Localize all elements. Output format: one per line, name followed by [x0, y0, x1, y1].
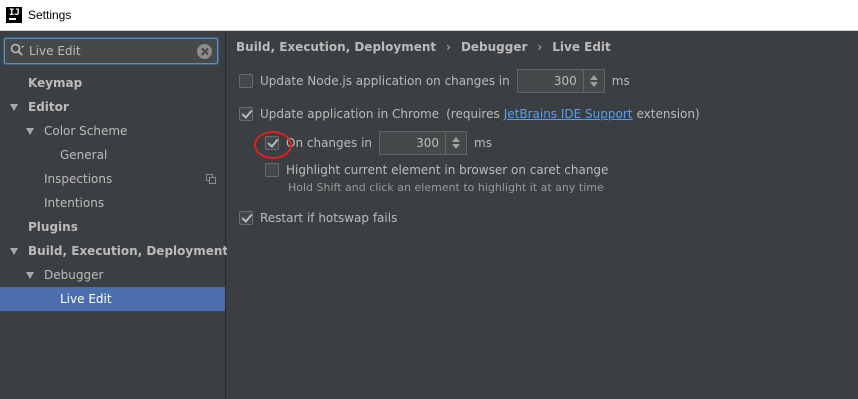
search-input[interactable]: [29, 43, 189, 59]
on-changes-spinner[interactable]: 300: [379, 131, 468, 155]
window-title: Settings: [28, 8, 72, 22]
highlight-checkbox[interactable]: [265, 163, 279, 177]
breadcrumb-separator: ›: [537, 40, 543, 54]
chrome-requires-suffix: extension): [636, 107, 700, 121]
search-field[interactable]: [4, 38, 218, 64]
spinner-down-icon[interactable]: [589, 82, 598, 87]
restart-row: Restart if hotswap fails: [239, 209, 397, 227]
node-update-row: Update Node.js application on changes in…: [239, 69, 630, 93]
search-icon[interactable]: [10, 43, 24, 57]
sidebar-item-live-edit[interactable]: Live Edit: [0, 287, 225, 311]
on-changes-label: On changes in: [286, 136, 373, 150]
project-settings-icon: [206, 174, 216, 184]
expand-arrow-icon[interactable]: [10, 104, 18, 111]
highlight-row: Highlight current element in browser on …: [265, 161, 608, 179]
breadcrumb-separator: ›: [446, 40, 451, 54]
sidebar-item-label: General: [60, 148, 108, 162]
highlight-label: Highlight current element in browser on …: [286, 163, 609, 177]
spinner-up-icon[interactable]: [589, 75, 598, 80]
chrome-update-checkbox[interactable]: [239, 107, 253, 121]
spinner-buttons[interactable]: [582, 70, 604, 92]
intellij-app-icon: IJ: [6, 7, 22, 23]
sidebar-item-inspections[interactable]: Inspections: [0, 167, 225, 191]
node-update-unit: ms: [611, 74, 630, 88]
sidebar-item-label: Editor: [28, 100, 69, 114]
spinner-down-icon[interactable]: [452, 144, 461, 149]
chrome-update-label: Update application in Chrome: [260, 107, 440, 121]
clear-search-icon[interactable]: [197, 44, 212, 59]
sidebar-item-general[interactable]: General: [0, 143, 225, 167]
breadcrumb-item: Live Edit: [552, 40, 611, 54]
sidebar-item-label: Keymap: [28, 76, 83, 90]
restart-checkbox[interactable]: [239, 211, 253, 225]
sidebar-item-color-scheme[interactable]: Color Scheme: [0, 119, 225, 143]
settings-content: Build, Execution, Deployment › Debugger …: [227, 31, 858, 399]
node-update-label: Update Node.js application on changes in: [260, 74, 510, 88]
settings-tree: Keymap Editor Color Scheme General Inspe…: [0, 71, 229, 311]
on-changes-row: On changes in 300 ms: [265, 131, 492, 155]
breadcrumb-item: Debugger: [460, 40, 528, 54]
sidebar-item-plugins[interactable]: Plugins: [0, 215, 225, 239]
sidebar-item-label: Debugger: [44, 268, 104, 282]
chrome-requires-prefix: (requires: [446, 107, 500, 121]
title-bar: IJ Settings: [0, 0, 858, 31]
settings-sidebar: Keymap Editor Color Scheme General Inspe…: [0, 31, 229, 399]
sidebar-item-debugger[interactable]: Debugger: [0, 263, 225, 287]
spinner-up-icon[interactable]: [452, 137, 461, 142]
breadcrumb-item: Build, Execution, Deployment: [236, 40, 437, 54]
sidebar-item-label: Live Edit: [60, 292, 112, 306]
jetbrains-ide-support-link[interactable]: JetBrains IDE Support: [504, 107, 633, 121]
expand-arrow-icon[interactable]: [26, 128, 34, 135]
node-update-value[interactable]: 300: [554, 74, 577, 88]
node-update-spinner[interactable]: 300: [516, 69, 605, 93]
sidebar-item-editor[interactable]: Editor: [0, 95, 225, 119]
sidebar-item-label: Build, Execution, Deployment: [28, 244, 229, 258]
chrome-update-row: Update application in Chrome (requires J…: [239, 105, 700, 123]
breadcrumb: Build, Execution, Deployment › Debugger …: [236, 40, 611, 54]
annotation-circle: [254, 131, 292, 159]
expand-arrow-icon[interactable]: [26, 272, 34, 279]
highlight-hint: Hold Shift and click an element to highl…: [288, 181, 604, 194]
sidebar-item-keymap[interactable]: Keymap: [0, 71, 225, 95]
sidebar-item-label: Intentions: [44, 196, 105, 210]
on-changes-unit: ms: [474, 136, 492, 150]
expand-arrow-icon[interactable]: [10, 248, 18, 255]
sidebar-item-label: Plugins: [28, 220, 78, 234]
sidebar-item-intentions[interactable]: Intentions: [0, 191, 225, 215]
sidebar-item-build-execution-deployment[interactable]: Build, Execution, Deployment: [0, 239, 229, 263]
spinner-buttons[interactable]: [445, 132, 466, 154]
on-changes-value[interactable]: 300: [416, 136, 439, 150]
sidebar-item-label: Inspections: [44, 172, 113, 186]
restart-label: Restart if hotswap fails: [260, 211, 398, 225]
sidebar-item-label: Color Scheme: [44, 124, 128, 138]
node-update-checkbox[interactable]: [239, 74, 253, 88]
